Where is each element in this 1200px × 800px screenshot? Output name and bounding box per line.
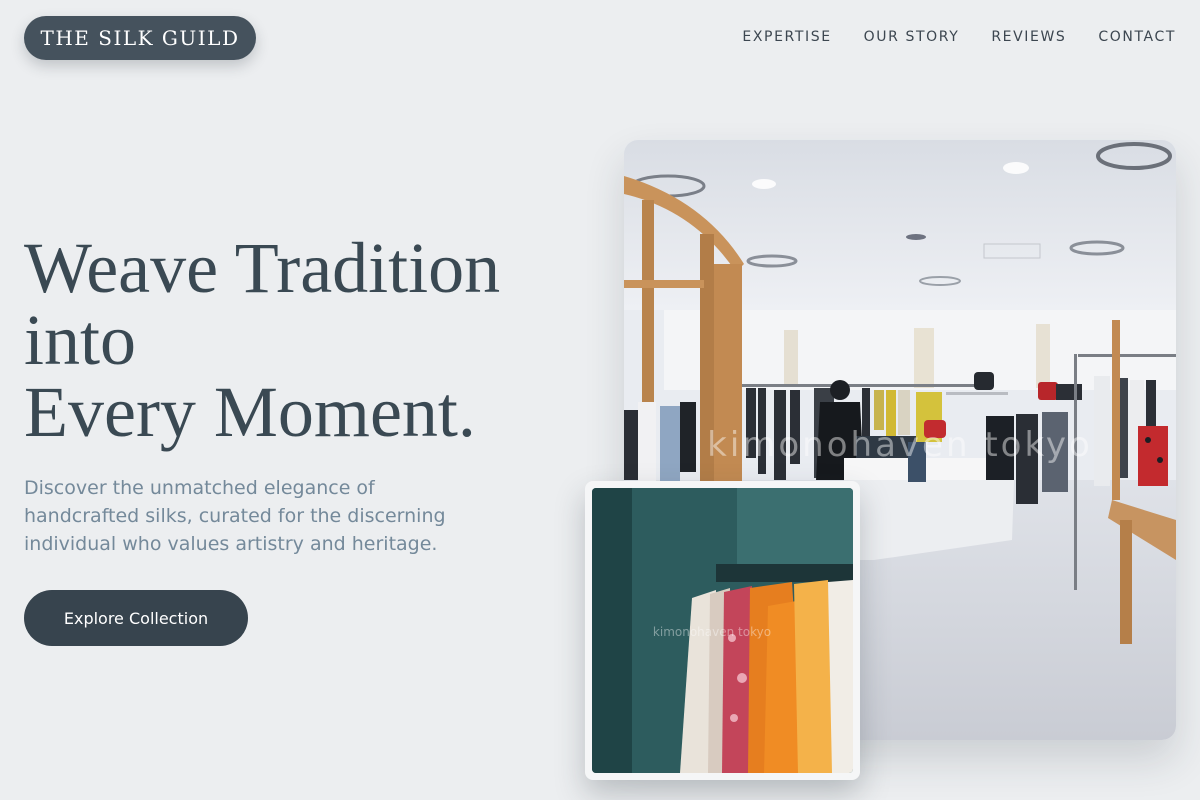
hero-subtext: Discover the unmatched elegance of handc… [24,477,446,555]
headline-line-1: Weave Tradition [24,228,501,308]
main-nav: EXPERTISE OUR STORY REVIEWS CONTACT [742,29,1176,45]
nav-link-expertise[interactable]: EXPERTISE [742,29,831,45]
headline-line-2: into [24,300,137,380]
nav-link-our-story[interactable]: OUR STORY [864,29,960,45]
nav-link-reviews[interactable]: REVIEWS [991,29,1066,45]
headline-line-3: Every Moment. [24,372,476,452]
main-image-watermark: kimonohaven tokyo [707,425,1093,465]
clothing-rack-image: kimonohaven tokyo [592,488,853,773]
brand-logo[interactable]: THE SILK GUILD [24,16,256,60]
inset-image-frame: kimonohaven tokyo [585,481,860,780]
explore-collection-button[interactable]: Explore Collection [24,590,248,646]
hero-headline: Weave Tradition into Every Moment. [24,232,584,448]
inset-image-watermark: kimonohaven tokyo [653,625,771,639]
nav-link-contact[interactable]: CONTACT [1098,29,1176,45]
